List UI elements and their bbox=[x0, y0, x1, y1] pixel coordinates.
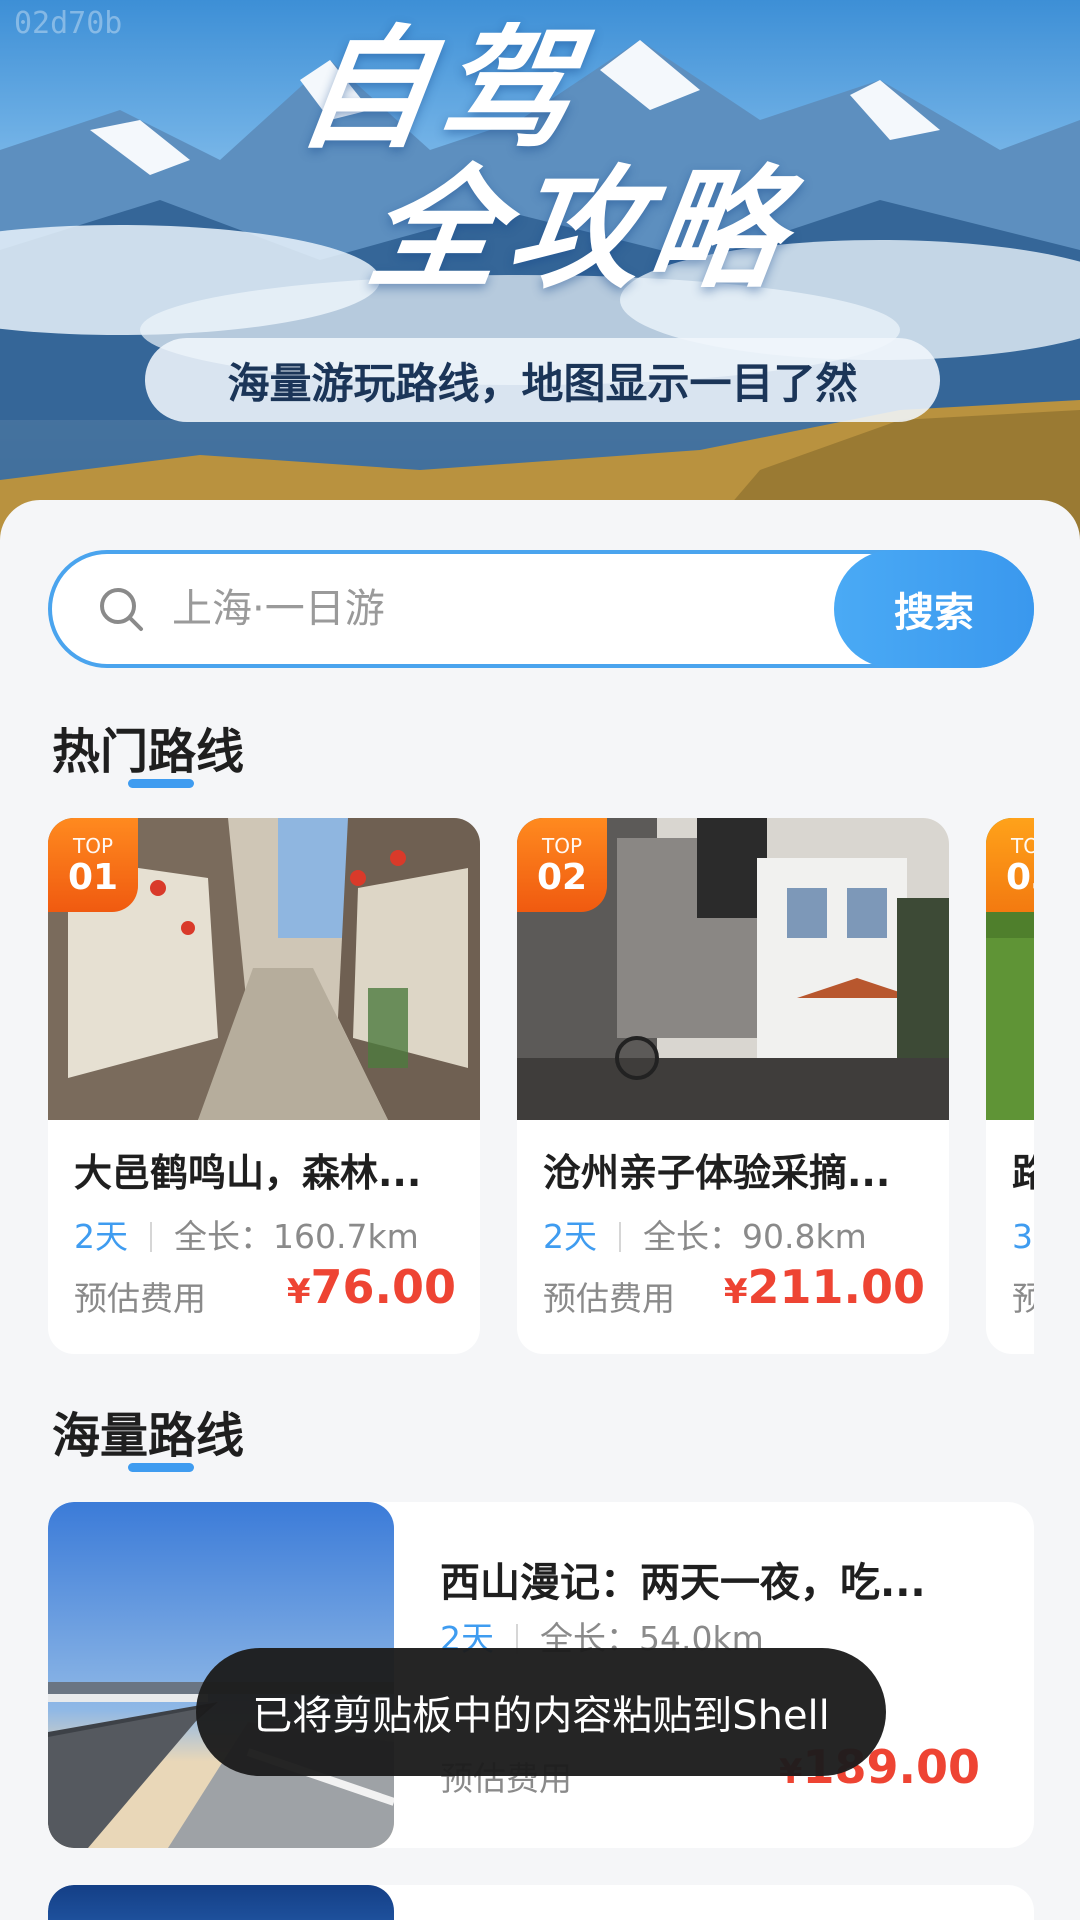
top-rank-badge: TOP 02 bbox=[517, 818, 607, 912]
route-length: 全长：90.8km bbox=[643, 1217, 867, 1256]
hot-routes-title: 热门路线 bbox=[52, 724, 245, 780]
route-photo: TOP 03 bbox=[986, 818, 1034, 1120]
search-icon bbox=[100, 588, 143, 631]
route-photo bbox=[48, 1885, 394, 1920]
price-currency: ¥ bbox=[286, 1272, 311, 1312]
route-photo: TOP 01 bbox=[48, 818, 480, 1120]
mass-route-card[interactable] bbox=[48, 1885, 1034, 1920]
meta-divider bbox=[150, 1222, 152, 1252]
hero-title-line2: 全攻略 bbox=[359, 153, 801, 307]
route-days: 3天 bbox=[1012, 1217, 1034, 1256]
hero-subtitle: 海量游玩路线，地图显示一目了然 bbox=[145, 338, 940, 422]
hero-banner: 02d70b 自驾 全攻略 海量游玩路线，地图显示一目了然 bbox=[0, 0, 1080, 540]
badge-rank-number: 01 bbox=[67, 857, 119, 898]
route-price: ¥211.00 bbox=[724, 1260, 925, 1314]
mass-routes-underline bbox=[128, 1463, 194, 1472]
meta-divider bbox=[619, 1222, 621, 1252]
route-meta: 2天 全长：90.8km bbox=[543, 1210, 867, 1258]
route-photo: TOP 02 bbox=[517, 818, 949, 1120]
route-price: ¥76.00 bbox=[287, 1260, 456, 1314]
search-input[interactable] bbox=[172, 568, 732, 650]
badge-top-label: TOP bbox=[72, 834, 114, 858]
route-meta: 3天 bbox=[1012, 1210, 1034, 1258]
route-name: 大邑鹤鸣山，森林... bbox=[74, 1151, 422, 1195]
hot-route-card[interactable]: TOP 02 沧州亲子体验采摘... 2天 全长：90.8km 预估费用 ¥211… bbox=[517, 818, 949, 1354]
route-days: 2天 bbox=[543, 1217, 597, 1256]
top-rank-badge: TOP 01 bbox=[48, 818, 138, 912]
badge-top-label: TOP bbox=[1010, 834, 1034, 858]
hero-title: 自驾 全攻略 bbox=[270, 13, 869, 307]
fee-label: 预 bbox=[1012, 1279, 1034, 1318]
badge-top-label: TOP bbox=[541, 834, 583, 858]
hot-routes-carousel[interactable]: TOP 01 大邑鹤鸣山，森林... 2天 全长：160.7km 预估费用 ¥76… bbox=[48, 818, 1034, 1354]
search-button[interactable]: 搜索 bbox=[834, 550, 1034, 668]
hot-route-card[interactable]: TOP 01 大邑鹤鸣山，森林... 2天 全长：160.7km 预估费用 ¥76… bbox=[48, 818, 480, 1354]
route-length: 全长：160.7km bbox=[174, 1217, 419, 1256]
route-name: 沧州亲子体验采摘... bbox=[543, 1151, 891, 1195]
price-amount: 76.00 bbox=[310, 1260, 456, 1314]
badge-rank-number: 03 bbox=[1005, 857, 1034, 898]
route-meta: 2天 全长：160.7km bbox=[74, 1210, 419, 1258]
price-amount: 211.00 bbox=[747, 1260, 925, 1314]
route-days: 2天 bbox=[74, 1217, 128, 1256]
mass-routes-title: 海量路线 bbox=[52, 1408, 245, 1464]
fee-label: 预估费用 bbox=[74, 1279, 206, 1318]
search-bar[interactable]: 搜索 bbox=[48, 550, 1034, 668]
clipboard-toast: 已将剪贴板中的内容粘贴到Shell bbox=[196, 1648, 886, 1776]
watermark-text: 02d70b bbox=[14, 6, 123, 41]
badge-rank-number: 02 bbox=[536, 857, 588, 898]
hot-routes-underline bbox=[128, 779, 194, 788]
hero-title-line1: 自驾 bbox=[289, 13, 591, 167]
top-rank-badge: TOP 03 bbox=[986, 818, 1034, 912]
hot-route-card[interactable]: TOP 03 路 3天 预 bbox=[986, 818, 1034, 1354]
route-name: 路 bbox=[1012, 1142, 1034, 1197]
route-name: 西山漫记：两天一夜，吃... bbox=[440, 1560, 926, 1606]
fee-label: 预估费用 bbox=[543, 1279, 675, 1318]
price-currency: ¥ bbox=[723, 1272, 748, 1312]
